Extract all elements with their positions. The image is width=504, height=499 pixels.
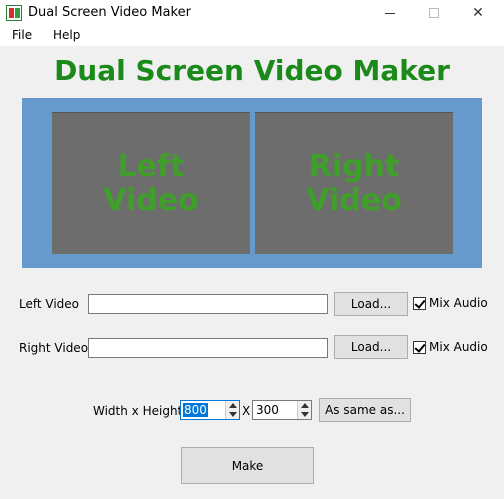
close-icon: ✕: [472, 5, 484, 21]
width-stepper[interactable]: 800: [180, 400, 240, 420]
right-video-preview-text: Right Video: [306, 148, 402, 218]
window-title: Dual Screen Video Maker: [28, 5, 191, 20]
minimize-icon: [385, 12, 395, 14]
right-video-input[interactable]: [88, 338, 328, 358]
width-stepper-arrows[interactable]: [225, 401, 239, 419]
left-video-preview-text: Left Video: [103, 148, 199, 218]
right-load-button[interactable]: Load...: [334, 335, 408, 359]
left-video-input[interactable]: [88, 294, 328, 314]
maximize-icon: [429, 8, 439, 18]
maximize-button[interactable]: [412, 0, 456, 26]
right-mix-audio-check[interactable]: [413, 340, 426, 354]
left-video-label: Left Video: [19, 297, 80, 311]
page-title: Dual Screen Video Maker: [54, 54, 450, 87]
height-stepper-arrows[interactable]: [297, 401, 311, 419]
width-value[interactable]: 800: [183, 403, 208, 417]
right-video-preview: Right Video: [255, 112, 453, 254]
right-mix-audio-label: Mix Audio: [429, 340, 488, 354]
menu-file[interactable]: File: [12, 28, 32, 42]
size-separator: X: [242, 404, 251, 418]
minimize-button[interactable]: [368, 0, 412, 26]
menu-bar: File Help: [0, 26, 504, 46]
title-bar: Dual Screen Video Maker ✕: [0, 0, 504, 26]
down-arrow-icon[interactable]: [229, 412, 237, 417]
make-button[interactable]: Make: [181, 447, 314, 484]
left-video-preview: Left Video: [52, 112, 250, 254]
height-value[interactable]: 300: [255, 403, 280, 417]
left-mix-audio-checkbox[interactable]: Mix Audio: [413, 296, 488, 310]
up-arrow-icon[interactable]: [301, 403, 309, 408]
height-stepper[interactable]: 300: [252, 400, 312, 420]
left-mix-audio-check[interactable]: [413, 296, 426, 310]
preview-panel: Left Video Right Video: [22, 98, 482, 268]
right-mix-audio-checkbox[interactable]: Mix Audio: [413, 340, 488, 354]
left-mix-audio-label: Mix Audio: [429, 296, 488, 310]
close-button[interactable]: ✕: [456, 0, 500, 26]
menu-help[interactable]: Help: [53, 28, 80, 42]
app-icon: [6, 5, 22, 21]
same-as-button[interactable]: As same as...: [319, 398, 411, 422]
up-arrow-icon[interactable]: [229, 403, 237, 408]
right-video-label: Right Video: [19, 341, 89, 355]
down-arrow-icon[interactable]: [301, 412, 309, 417]
size-label: Width x Height: [93, 404, 183, 418]
left-load-button[interactable]: Load...: [334, 292, 408, 316]
